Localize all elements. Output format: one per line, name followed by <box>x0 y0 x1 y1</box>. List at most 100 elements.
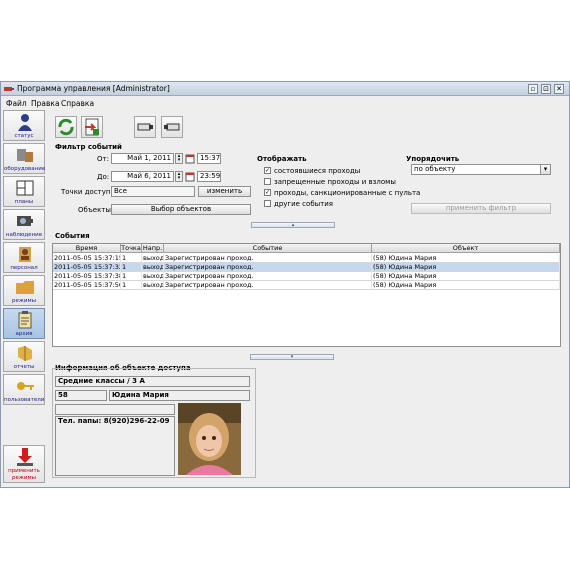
sidebar-item-label: персонал <box>10 265 38 271</box>
sidebar-item-reports[interactable]: отчеты <box>3 341 45 372</box>
export-button[interactable] <box>81 116 103 138</box>
key-icon <box>17 382 34 390</box>
sidebar-item-plans[interactable]: планы <box>3 176 45 207</box>
cell-event: Зарегистрирован проход. <box>164 254 372 263</box>
cell-time: 2011-05-05 15:37:32 <box>54 263 121 272</box>
minimize-button[interactable]: ▫ <box>528 84 538 94</box>
reports-icon <box>18 346 32 361</box>
sidebar-item-surveillance[interactable]: наблюдение <box>3 209 45 240</box>
menu-bar: Файл Правка Справка <box>1 97 569 109</box>
checkbox-denied-passes[interactable] <box>264 178 271 185</box>
filter-title: Фильтр событий <box>55 143 122 151</box>
option-other-events: другие события <box>274 200 333 208</box>
table-row[interactable]: 2011-05-05 15:37:38 1 выход Зарегистриро… <box>53 272 560 281</box>
sidebar-item-label: статус <box>14 133 34 139</box>
cell-object: (58) Юдина Мария <box>372 281 560 290</box>
table-row[interactable]: 2011-05-05 15:37:32 1 выход Зарегистриро… <box>53 263 560 272</box>
sidebar: статус оборудование планы наблюдение пер… <box>3 110 47 486</box>
sidebar-item-label: оборудование <box>4 166 46 172</box>
sidebar-item-label: пользователи <box>4 397 45 403</box>
cell-event: Зарегистрирован проход. <box>164 281 372 290</box>
column-header-direction[interactable]: Напр. <box>142 244 164 253</box>
cell-event: Зарегистрирован проход. <box>164 263 372 272</box>
sort-select[interactable]: по объекту <box>411 164 541 175</box>
camera-left-button[interactable] <box>134 116 156 138</box>
collapse-events-handle[interactable]: ▾ <box>250 354 334 360</box>
column-header-time[interactable]: Время <box>53 244 121 253</box>
from-date-spinner[interactable]: ▴ ▾ <box>175 153 183 164</box>
menu-help[interactable]: Справка <box>61 99 94 108</box>
events-table: Время Точка Напр. Событие Объект 2011-05… <box>52 243 561 347</box>
cell-object: (58) Юдина Мария <box>372 254 560 263</box>
info-group-field: Средние классы / 3 А <box>55 376 250 387</box>
checkbox-other-events[interactable] <box>264 200 271 207</box>
sidebar-item-users[interactable]: пользователи <box>3 374 45 405</box>
to-date-spinner[interactable]: ▴ ▾ <box>175 171 183 182</box>
sidebar-item-hardware[interactable]: оборудование <box>3 143 45 174</box>
option-console-passes: проходы, санкционированные с пульта <box>274 189 421 197</box>
sidebar-item-staff[interactable]: персонал <box>3 242 45 273</box>
display-title: Отображать <box>257 155 307 163</box>
camera-icon <box>17 216 33 226</box>
to-date-field[interactable]: Май 6, 2011 <box>111 171 174 182</box>
menu-file[interactable]: Файл <box>6 99 27 108</box>
column-header-object[interactable]: Объект <box>372 244 560 253</box>
column-header-point[interactable]: Точка <box>121 244 142 253</box>
camera-right-button[interactable] <box>161 116 183 138</box>
download-arrow-icon <box>17 448 33 466</box>
calendar-icon[interactable] <box>185 154 195 164</box>
column-header-event[interactable]: Событие <box>164 244 372 253</box>
from-date-field[interactable]: Май 1, 2011 <box>111 153 174 164</box>
export-icon <box>85 118 99 136</box>
sidebar-item-label: режимы <box>12 298 36 304</box>
sort-dropdown-button[interactable]: ▾ <box>540 164 551 175</box>
checkbox-console-passes[interactable]: ✓ <box>264 189 271 196</box>
apply-modes-button[interactable]: применить режимы <box>3 445 45 483</box>
sidebar-item-status[interactable]: статус <box>3 110 45 141</box>
refresh-button[interactable] <box>55 116 77 138</box>
select-objects-button[interactable]: Выбор объектов <box>111 204 251 215</box>
camera-icon <box>137 123 153 131</box>
sidebar-item-modes[interactable]: режимы <box>3 275 45 306</box>
cell-point: 1 <box>121 281 142 290</box>
info-empty-field <box>55 404 175 415</box>
cell-direction: выход <box>143 254 164 263</box>
change-points-button[interactable]: изменить <box>198 186 251 197</box>
camera-icon <box>164 123 180 131</box>
cell-object: (58) Юдина Мария <box>372 272 560 281</box>
option-completed-passes: состоявшиеся проходы <box>274 167 361 175</box>
cell-time: 2011-05-05 15:37:15 <box>54 254 121 263</box>
clipboard-icon <box>18 311 32 329</box>
maximize-button[interactable]: ⊡ <box>541 84 551 94</box>
to-time-field[interactable]: 23:59 <box>197 171 221 182</box>
cell-event: Зарегистрирован проход. <box>164 272 372 281</box>
cell-time: 2011-05-05 15:37:38 <box>54 272 121 281</box>
from-time-field[interactable]: 15:37 <box>197 153 221 164</box>
cell-point: 1 <box>121 254 142 263</box>
table-row[interactable]: 2011-05-05 15:37:50 1 выход Зарегистриро… <box>53 281 560 290</box>
apply-filter-button[interactable]: применить фильтр <box>411 203 551 214</box>
checkbox-completed-passes[interactable]: ✓ <box>264 167 271 174</box>
hardware-icon <box>17 149 33 162</box>
cell-direction: выход <box>143 263 164 272</box>
floorplan-icon <box>16 180 34 196</box>
sort-title: Упорядочить <box>406 155 460 163</box>
close-button[interactable]: ✕ <box>554 84 564 94</box>
person-icon <box>18 114 32 131</box>
sidebar-item-archive[interactable]: архив <box>3 308 45 339</box>
collapse-filter-handle[interactable]: ▴ <box>251 222 335 228</box>
table-row[interactable]: 2011-05-05 15:37:15 1 выход Зарегистриро… <box>53 254 560 263</box>
access-points-field: Все <box>111 186 195 197</box>
folder-icon <box>16 281 34 294</box>
menu-edit[interactable]: Правка <box>31 99 60 108</box>
refresh-icon <box>58 118 74 136</box>
apply-modes-label-2: режимы <box>12 475 36 481</box>
sidebar-item-label: наблюдение <box>5 232 43 238</box>
chevron-down-icon: ▾ <box>543 165 548 173</box>
access-points-label: Точки доступа: <box>61 188 118 196</box>
calendar-icon[interactable] <box>185 172 195 182</box>
apply-modes-label-1: применить <box>8 468 40 474</box>
objects-label: Объекты: <box>78 206 114 214</box>
title-bar: Программа управления [Administrator] ▫ ⊡… <box>1 82 569 96</box>
info-note-field: Тел. папы: 8(920)296-22-09 <box>55 416 175 476</box>
